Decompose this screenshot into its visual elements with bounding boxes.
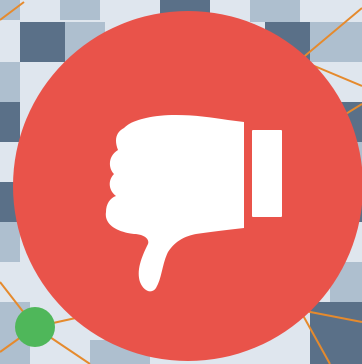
- thumbs-down-graphic: [0, 0, 362, 364]
- illustration: [0, 0, 362, 364]
- network-node: [15, 307, 55, 347]
